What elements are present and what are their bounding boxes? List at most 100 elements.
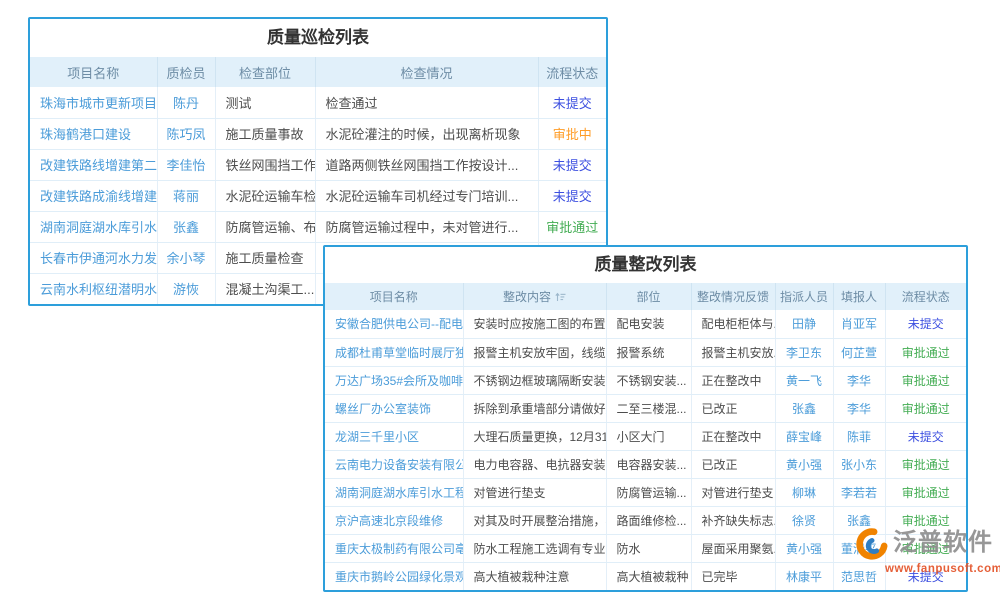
table-cell: 黄小强 [775, 450, 833, 478]
column-header: 整改情况反馈 [691, 283, 775, 310]
project-link[interactable]: 湖南洞庭湖水库引水工... [40, 220, 157, 235]
project-link[interactable]: 安徽合肥供电公司--配电设备... [335, 317, 463, 331]
table-cell: 报警主机安放牢固，线缆连接... [463, 338, 606, 366]
person-link[interactable]: 范思哲 [841, 570, 877, 584]
table-cell: 李华 [833, 394, 885, 422]
person-link[interactable]: 李华 [847, 374, 871, 388]
cell-text: 对管进行垫支 [702, 486, 774, 500]
table-cell: 黄小强 [775, 534, 833, 562]
project-link[interactable]: 云南水利枢纽潜明水库... [40, 282, 157, 297]
column-header-label: 整改内容 [503, 290, 551, 304]
person-link[interactable]: 陈巧凤 [166, 127, 205, 142]
person-link[interactable]: 徐贤 [792, 514, 816, 528]
table-cell: 测试 [215, 87, 315, 118]
table-cell: 徐贤 [775, 506, 833, 534]
table-cell: 李卫东 [775, 338, 833, 366]
table-cell: 防腐管运输... [606, 478, 691, 506]
table-cell: 二至三楼混... [606, 394, 691, 422]
cell-text: 防水 [617, 542, 641, 556]
project-link[interactable]: 改建铁路线增建第二线... [40, 158, 157, 173]
cell-text: 大理石质量更换，12月31日之... [474, 430, 607, 444]
table-row: 湖南洞庭湖水库引水工...张鑫防腐管运输、布管防腐管运输过程中，未对管进行...… [30, 211, 606, 242]
person-link[interactable]: 薛宝峰 [786, 430, 822, 444]
cell-text: 不锈钢边框玻璃隔断安装不牢... [474, 374, 607, 388]
column-header-label: 项目名称 [370, 290, 418, 304]
person-link[interactable]: 李卫东 [786, 346, 822, 360]
project-link[interactable]: 珠海鹤港口建设 [40, 127, 131, 142]
person-link[interactable]: 李若若 [841, 486, 877, 500]
column-header-label: 流程状态 [546, 66, 598, 81]
project-link[interactable]: 京沪高速北京段维修 [335, 514, 443, 528]
person-link[interactable]: 李佳怡 [166, 158, 205, 173]
project-link[interactable]: 长春市伊通河水力发电... [40, 251, 157, 266]
table-row: 珠海鹤港口建设陈巧凤施工质量事故水泥砼灌注的时候，出现离析现象审批中 [30, 118, 606, 149]
person-link[interactable]: 肖亚军 [841, 317, 877, 331]
table-cell: 未提交 [538, 180, 606, 211]
project-link[interactable]: 成都杜甫草堂临时展厅独立展... [335, 346, 463, 360]
table-cell: 混凝土沟渠工... [215, 273, 315, 304]
table-cell: 审批通过 [885, 338, 966, 366]
table-cell: 陈丹 [157, 87, 215, 118]
project-link[interactable]: 重庆市鹅岭公园绿化景观提升... [335, 570, 463, 584]
person-link[interactable]: 张鑫 [847, 514, 871, 528]
person-link[interactable]: 游恢 [173, 282, 199, 297]
person-link[interactable]: 田静 [792, 317, 816, 331]
table-cell: 未提交 [885, 422, 966, 450]
table-cell: 道路两侧铁丝网围挡工作按设计... [315, 149, 538, 180]
table-cell: 审批通过 [885, 534, 966, 562]
project-link[interactable]: 龙湖三千里小区 [335, 430, 419, 444]
person-link[interactable]: 何芷萱 [841, 346, 877, 360]
project-link[interactable]: 湖南洞庭湖水库引水工程施工标 [335, 486, 463, 500]
table-cell: 肖亚军 [833, 310, 885, 338]
cell-text: 电容器安装... [617, 458, 687, 472]
table-row: 改建铁路成渝线增建第...蒋丽水泥砼运输车检查水泥砼运输车司机经过专门培训...… [30, 180, 606, 211]
project-link[interactable]: 改建铁路成渝线增建第... [40, 189, 157, 204]
person-link[interactable]: 张小东 [841, 458, 877, 472]
column-header[interactable]: 整改内容 [463, 283, 606, 310]
column-header-label: 整改情况反馈 [697, 290, 769, 304]
project-link[interactable]: 云南电力设备安装有限公司20... [335, 458, 463, 472]
person-link[interactable]: 张鑫 [792, 402, 816, 416]
table-cell: 防腐管运输、布管 [215, 211, 315, 242]
sort-icon[interactable] [555, 292, 566, 302]
table-cell: 电容器安装... [606, 450, 691, 478]
person-link[interactable]: 余小琴 [166, 251, 205, 266]
table-row: 重庆太极制药有限公司亳州中...防水工程施工选调有专业资质...防水屋面采用聚氨… [325, 534, 966, 562]
cell-text: 水泥砼运输车检查 [226, 189, 316, 204]
person-link[interactable]: 黄一飞 [786, 374, 822, 388]
cell-text: 屋面采用聚氨... [702, 542, 776, 556]
column-header: 指派人员 [775, 283, 833, 310]
status-text: 审批通过 [902, 374, 950, 388]
table-cell: 湖南洞庭湖水库引水工程施工标 [325, 478, 463, 506]
cell-text: 安装时应按施工图的布置，将... [474, 317, 607, 331]
person-link[interactable]: 董清平 [841, 542, 877, 556]
project-link[interactable]: 重庆太极制药有限公司亳州中... [335, 542, 463, 556]
cell-text: 二至三楼混... [617, 402, 687, 416]
cell-text: 拆除到承重墙部分请做好加固... [474, 402, 607, 416]
person-link[interactable]: 柳琳 [792, 486, 816, 500]
person-link[interactable]: 张鑫 [173, 220, 199, 235]
table-cell: 已完毕 [691, 562, 775, 590]
table-cell: 万达广场35#会所及咖啡厅空... [325, 366, 463, 394]
person-link[interactable]: 林康平 [786, 570, 822, 584]
person-link[interactable]: 陈丹 [173, 96, 199, 111]
table-cell: 未提交 [538, 87, 606, 118]
table-cell: 改建铁路成渝线增建第... [30, 180, 157, 211]
person-link[interactable]: 李华 [847, 402, 871, 416]
person-link[interactable]: 黄小强 [786, 542, 822, 556]
person-link[interactable]: 陈菲 [847, 430, 871, 444]
project-link[interactable]: 螺丝厂办公室装饰 [335, 402, 431, 416]
project-link[interactable]: 万达广场35#会所及咖啡厅空... [335, 374, 463, 388]
table-cell: 报警主机安放... [691, 338, 775, 366]
person-link[interactable]: 蒋丽 [173, 189, 199, 204]
table-cell: 安装时应按施工图的布置，将... [463, 310, 606, 338]
table-cell: 审批通过 [538, 211, 606, 242]
person-link[interactable]: 黄小强 [786, 458, 822, 472]
project-link[interactable]: 珠海市城市更新项目紫... [40, 96, 157, 111]
table-row: 改建铁路线增建第二线...李佳怡铁丝网围挡工作检查道路两侧铁丝网围挡工作按设计.… [30, 149, 606, 180]
table-cell: 补齐缺失标志... [691, 506, 775, 534]
cell-text: 电力电容器、电抗器安装方案... [474, 458, 607, 472]
column-header: 检查情况 [315, 57, 538, 87]
table-cell: 游恢 [157, 273, 215, 304]
cell-text: 配电柜柜体与... [702, 317, 776, 331]
